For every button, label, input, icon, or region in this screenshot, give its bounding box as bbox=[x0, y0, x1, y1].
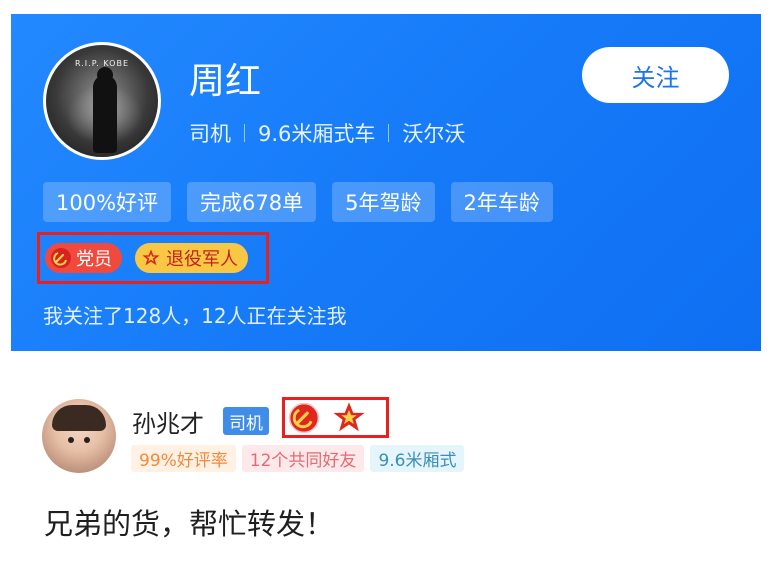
author-role-tag: 司机 bbox=[223, 407, 269, 435]
badge-highlight: 党员 退役军人 bbox=[37, 232, 269, 284]
meta-brand: 沃尔沃 bbox=[402, 122, 466, 146]
tag-vehicle: 9.6米厢式 bbox=[370, 445, 465, 472]
profile-meta: 司机 9.6米厢式车 沃尔沃 bbox=[189, 118, 465, 148]
avatar-eye bbox=[84, 437, 90, 443]
author-badge-highlight bbox=[282, 397, 389, 438]
profile-stats: 100%好评 完成678单 5年驾龄 2年车龄 bbox=[43, 182, 553, 222]
profile-header: R.I.P. KOBE 周红 关注 司机 9.6米厢式车 沃尔沃 100%好评 … bbox=[11, 14, 761, 351]
post-author-name[interactable]: 孙兆才 bbox=[132, 404, 204, 439]
profile-name: 周红 bbox=[189, 61, 262, 102]
stat-vehicle-age: 2年车龄 bbox=[450, 182, 553, 222]
tag-mutual-friends[interactable]: 12个共同好友 bbox=[241, 445, 365, 472]
avatar-figure bbox=[93, 75, 117, 153]
follow-summary[interactable]: 我关注了128人，12人正在关注我 bbox=[43, 300, 347, 329]
post-author-avatar[interactable] bbox=[42, 399, 116, 473]
veteran-label: 退役军人 bbox=[166, 249, 238, 270]
stat-rating: 100%好评 bbox=[43, 182, 172, 222]
meta-divider bbox=[244, 124, 245, 142]
star-emblem-icon bbox=[333, 401, 365, 431]
party-member-label: 党员 bbox=[76, 249, 112, 270]
party-emblem-icon bbox=[51, 248, 71, 268]
avatar-hair bbox=[52, 405, 106, 431]
stat-driving-years: 5年驾龄 bbox=[332, 182, 435, 222]
meta-divider bbox=[388, 124, 390, 142]
avatar-eye bbox=[68, 437, 74, 443]
meta-role: 司机 bbox=[189, 122, 231, 146]
follow-button[interactable]: 关注 bbox=[582, 47, 729, 103]
meta-vehicle: 9.6米厢式车 bbox=[258, 122, 376, 146]
post-content: 兄弟的货，帮忙转发！ bbox=[44, 507, 335, 541]
party-emblem-icon bbox=[288, 402, 320, 433]
party-member-badge: 党员 bbox=[45, 243, 122, 273]
tag-rating: 99%好评率 bbox=[131, 445, 236, 472]
profile-avatar[interactable]: R.I.P. KOBE bbox=[43, 42, 161, 160]
star-emblem-icon bbox=[141, 248, 161, 268]
stat-orders: 完成678单 bbox=[187, 182, 317, 222]
veteran-badge: 退役军人 bbox=[135, 243, 248, 273]
author-tags: 99%好评率 12个共同好友 9.6米厢式 bbox=[131, 445, 465, 472]
